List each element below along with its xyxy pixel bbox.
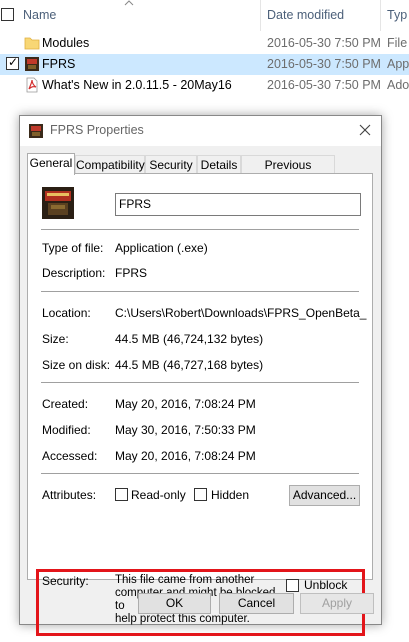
description-label: Description: — [42, 266, 106, 280]
file-type: Ado — [387, 78, 409, 92]
description-value: FPRS — [115, 266, 148, 280]
security-message-line: help protect this computer. — [115, 613, 250, 625]
general-tab-panel: FPRS Type of file: Application (.exe) De… — [27, 173, 373, 636]
file-date: 2016-05-30 7:50 PM — [267, 57, 381, 71]
tab-previous-versions[interactable]: Previous Versions — [241, 155, 335, 186]
app-icon — [25, 57, 39, 71]
file-name: What's New in 2.0.11.5 - 20May16 — [42, 78, 232, 92]
file-type: File — [387, 36, 408, 50]
pdf-icon — [26, 77, 38, 93]
sort-caret-icon — [124, 0, 134, 6]
folder-icon — [24, 37, 40, 50]
divider — [41, 291, 359, 292]
tab-bar: General Compatibility Security Details P… — [27, 153, 377, 186]
tab-general[interactable]: General — [27, 153, 75, 175]
dialog-title: FPRS Properties — [50, 123, 144, 137]
file-type: App — [387, 57, 409, 71]
accessed-label: Accessed: — [42, 449, 98, 463]
created-label: Created: — [42, 397, 89, 411]
file-name-input[interactable]: FPRS — [115, 193, 361, 216]
ok-button[interactable]: OK — [138, 593, 211, 614]
location-label: Location: — [42, 306, 91, 320]
type-label: Type of file: — [42, 241, 104, 255]
properties-dialog: FPRS Properties General Compatibility Se… — [19, 115, 382, 636]
column-name[interactable]: Name — [23, 8, 56, 22]
file-name: FPRS — [42, 57, 76, 71]
dialog-titlebar[interactable]: FPRS Properties — [20, 116, 381, 146]
unblock-label[interactable]: Unblock — [304, 578, 347, 592]
hidden-checkbox[interactable] — [194, 488, 207, 501]
divider — [41, 382, 359, 383]
size-on-disk-value: 44.5 MB (46,727,168 bytes) — [115, 358, 264, 372]
apply-button[interactable]: Apply — [300, 593, 374, 614]
security-label: Security: — [42, 574, 89, 588]
cancel-button[interactable]: Cancel — [219, 593, 294, 614]
tab-security[interactable]: Security — [145, 155, 197, 174]
file-row-fprs[interactable]: ✓ FPRS 2016-05-30 7:50 PM App — [0, 54, 409, 75]
read-only-checkbox[interactable] — [115, 488, 128, 501]
column-separator[interactable] — [260, 0, 261, 31]
created-value: May 20, 2016, 7:08:24 PM — [115, 397, 256, 411]
size-label: Size: — [42, 332, 69, 346]
tab-compatibility[interactable]: Compatibility — [75, 155, 145, 174]
app-icon — [29, 124, 43, 138]
close-icon[interactable] — [356, 121, 374, 139]
column-separator[interactable] — [380, 0, 381, 31]
file-date: 2016-05-30 7:50 PM — [267, 78, 381, 92]
modified-value: May 30, 2016, 7:50:33 PM — [115, 423, 256, 437]
row-select-checkbox[interactable]: ✓ — [6, 55, 19, 70]
attributes-label: Attributes: — [42, 488, 97, 502]
file-name: Modules — [42, 36, 90, 50]
select-all-checkbox[interactable] — [1, 8, 14, 21]
hidden-label[interactable]: Hidden — [211, 488, 249, 502]
size-value: 44.5 MB (46,724,132 bytes) — [115, 332, 264, 346]
unblock-checkbox[interactable] — [286, 579, 299, 592]
advanced-button[interactable]: Advanced... — [289, 485, 360, 506]
app-icon — [42, 187, 74, 219]
modified-label: Modified: — [42, 423, 91, 437]
security-message-line: This file came from another — [115, 574, 255, 586]
type-value: Application (.exe) — [115, 241, 208, 255]
read-only-label[interactable]: Read-only — [131, 488, 186, 502]
accessed-value: May 20, 2016, 7:08:24 PM — [115, 449, 256, 463]
file-date: 2016-05-30 7:50 PM — [267, 36, 381, 50]
tab-details[interactable]: Details — [197, 155, 241, 174]
file-row-modules[interactable]: Modules 2016-05-30 7:50 PM File — [0, 33, 409, 54]
location-value: C:\Users\Robert\Downloads\FPRS_OpenBeta_… — [115, 306, 367, 320]
divider — [41, 473, 359, 474]
column-type[interactable]: Typ — [387, 8, 407, 22]
column-header-bar: Name Date modified Typ — [0, 0, 409, 31]
size-on-disk-label: Size on disk: — [42, 358, 111, 372]
checkmark-icon: ✓ — [8, 55, 19, 69]
divider — [41, 229, 359, 230]
column-date-modified[interactable]: Date modified — [267, 8, 344, 22]
file-row-whats-new[interactable]: What's New in 2.0.11.5 - 20May16 2016-05… — [0, 75, 409, 96]
